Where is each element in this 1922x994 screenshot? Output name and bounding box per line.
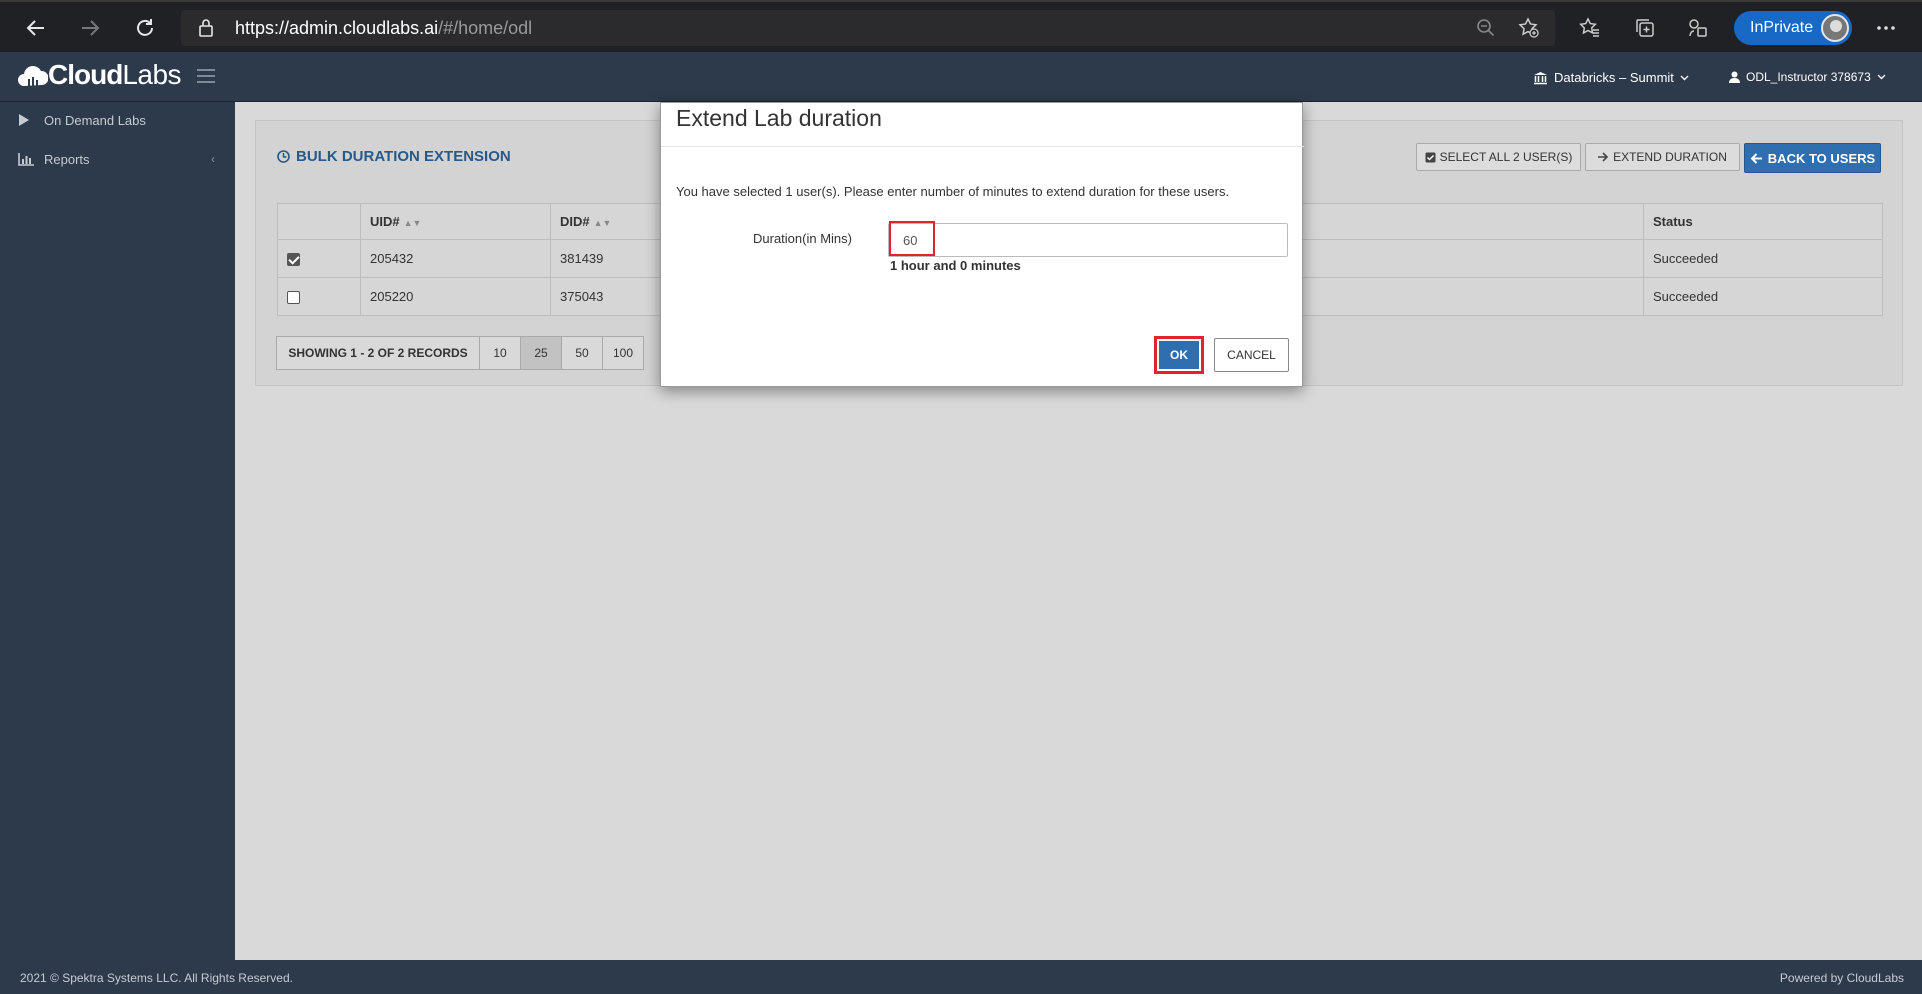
duration-highlight [889, 221, 935, 256]
star-add-icon [1518, 17, 1539, 38]
row-select-cell [277, 277, 361, 316]
back-to-users-label: BACK TO USERS [1767, 150, 1876, 166]
ok-button[interactable]: OK [1154, 336, 1204, 374]
sidebar-item-on-demand-labs[interactable]: On Demand Labs [0, 102, 235, 138]
org-selector[interactable]: Databricks – Summit [1533, 70, 1689, 85]
row-select-cell [277, 239, 361, 278]
chevron-left-icon: ‹ [211, 152, 215, 166]
powered-by-text: Powered by CloudLabs [1779, 971, 1904, 985]
user-icon [1729, 71, 1740, 83]
sidebar-item-label: Reports [44, 151, 90, 167]
org-label: Databricks – Summit [1554, 70, 1674, 85]
extend-duration-button[interactable]: EXTEND DURATION [1585, 143, 1740, 171]
checkbox-checked-icon [1425, 152, 1436, 162]
sidebar: On Demand Labs Reports ‹ [0, 102, 235, 960]
chevron-down-icon [1680, 75, 1689, 80]
user-menu[interactable]: ODL_Instructor 378673 [1729, 70, 1886, 84]
column-header-status: Status [1643, 203, 1883, 240]
cloudlabs-logo[interactable]: Cloud Labs [18, 59, 182, 91]
zoom-button[interactable] [1472, 14, 1500, 42]
favorites-icon [1579, 17, 1599, 37]
status-cell: Succeeded [1643, 239, 1883, 278]
play-icon [19, 114, 29, 126]
duration-label: Duration(in Mins) [753, 231, 852, 246]
select-all-label: SELECT ALL 2 USER(S) [1439, 150, 1573, 164]
extend-duration-label: EXTEND DURATION [1613, 150, 1727, 164]
back-nav-button[interactable] [18, 10, 54, 46]
menu-toggle-button[interactable] [196, 68, 216, 87]
logo-text-bold: Cloud [48, 59, 123, 90]
page-size-10[interactable]: 10 [479, 336, 521, 370]
clock-icon [277, 150, 290, 163]
sort-icon: ▲▼ [593, 218, 612, 228]
column-header-uid[interactable]: UID# ▲▼ [360, 203, 551, 240]
inprivate-label: InPrivate [1750, 19, 1814, 36]
forward-nav-button[interactable] [72, 10, 108, 46]
duration-input[interactable]: 60 [888, 223, 1288, 257]
extend-duration-dialog: Extend Lab duration You have selected 1 … [660, 102, 1304, 387]
arrow-left-icon [26, 20, 44, 36]
uid-cell: 205432 [360, 239, 551, 278]
dialog-message: You have selected 1 user(s). Please ente… [676, 184, 1230, 199]
row-checkbox[interactable] [287, 253, 300, 267]
records-info: SHOWING 1 - 2 OF 2 RECORDS [276, 336, 480, 370]
pagination: SHOWING 1 - 2 OF 2 RECORDS 10 25 50 100 [276, 336, 644, 370]
refresh-icon [137, 19, 153, 36]
back-to-users-button[interactable]: BACK TO USERS [1744, 143, 1881, 173]
cancel-button[interactable]: CANCEL [1214, 338, 1289, 372]
more-menu-button[interactable] [1872, 14, 1900, 42]
uid-cell: 205220 [360, 277, 551, 316]
logo-text-light: Labs [122, 59, 182, 90]
chevron-down-icon [1877, 74, 1886, 80]
address-bar[interactable]: https://admin.cloudlabs.ai/#/home/odl [181, 10, 1555, 46]
ellipsis-icon [1877, 26, 1895, 30]
collections-button[interactable] [1631, 14, 1659, 42]
page-size-100[interactable]: 100 [602, 336, 644, 370]
page-size-25[interactable]: 25 [520, 336, 562, 370]
profile-avatar-icon [1821, 14, 1849, 42]
arrow-right-icon [1598, 152, 1609, 162]
inprivate-button[interactable]: InPrivate [1734, 11, 1852, 45]
hamburger-icon [197, 69, 215, 83]
sidebar-item-reports[interactable]: Reports ‹ [0, 141, 235, 177]
user-label: ODL_Instructor 378673 [1746, 70, 1871, 84]
zoom-out-icon [1477, 19, 1495, 37]
duration-hint: 1 hour and 0 minutes [890, 258, 1021, 273]
extensions-button[interactable] [1684, 14, 1712, 42]
copyright-text: 2021 © Spektra Systems LLC. All Rights R… [20, 971, 293, 985]
column-header-select [277, 203, 361, 240]
row-checkbox[interactable] [287, 291, 300, 305]
favorites-button[interactable] [1576, 14, 1604, 42]
lock-icon [199, 19, 213, 40]
arrow-right-icon [82, 20, 100, 36]
arrow-left-icon [1750, 152, 1762, 164]
add-favorite-button[interactable] [1515, 14, 1543, 42]
panel-title: BULK DURATION EXTENSION [277, 148, 511, 165]
app-header: Cloud Labs Databricks – Summit ODL_Instru… [0, 52, 1922, 102]
collections-icon [1636, 19, 1654, 37]
browser-toolbar: https://admin.cloudlabs.ai/#/home/odl In… [0, 0, 1922, 52]
status-cell: Succeeded [1643, 277, 1883, 316]
page-footer: 2021 © Spektra Systems LLC. All Rights R… [0, 960, 1922, 994]
url-text: https://admin.cloudlabs.ai/#/home/odl [235, 18, 533, 38]
page-size-50[interactable]: 50 [561, 336, 603, 370]
institution-icon [1534, 71, 1547, 84]
sidebar-item-label: On Demand Labs [44, 112, 146, 128]
sort-icon: ▲▼ [403, 218, 422, 228]
select-all-users-button[interactable]: SELECT ALL 2 USER(S) [1416, 143, 1581, 171]
bar-chart-icon [18, 152, 34, 166]
refresh-button[interactable] [127, 10, 163, 46]
dialog-title: Extend Lab duration [676, 105, 882, 131]
dialog-divider [661, 146, 1304, 147]
cloud-logo-icon [18, 66, 48, 86]
extensions-icon [1689, 19, 1707, 37]
